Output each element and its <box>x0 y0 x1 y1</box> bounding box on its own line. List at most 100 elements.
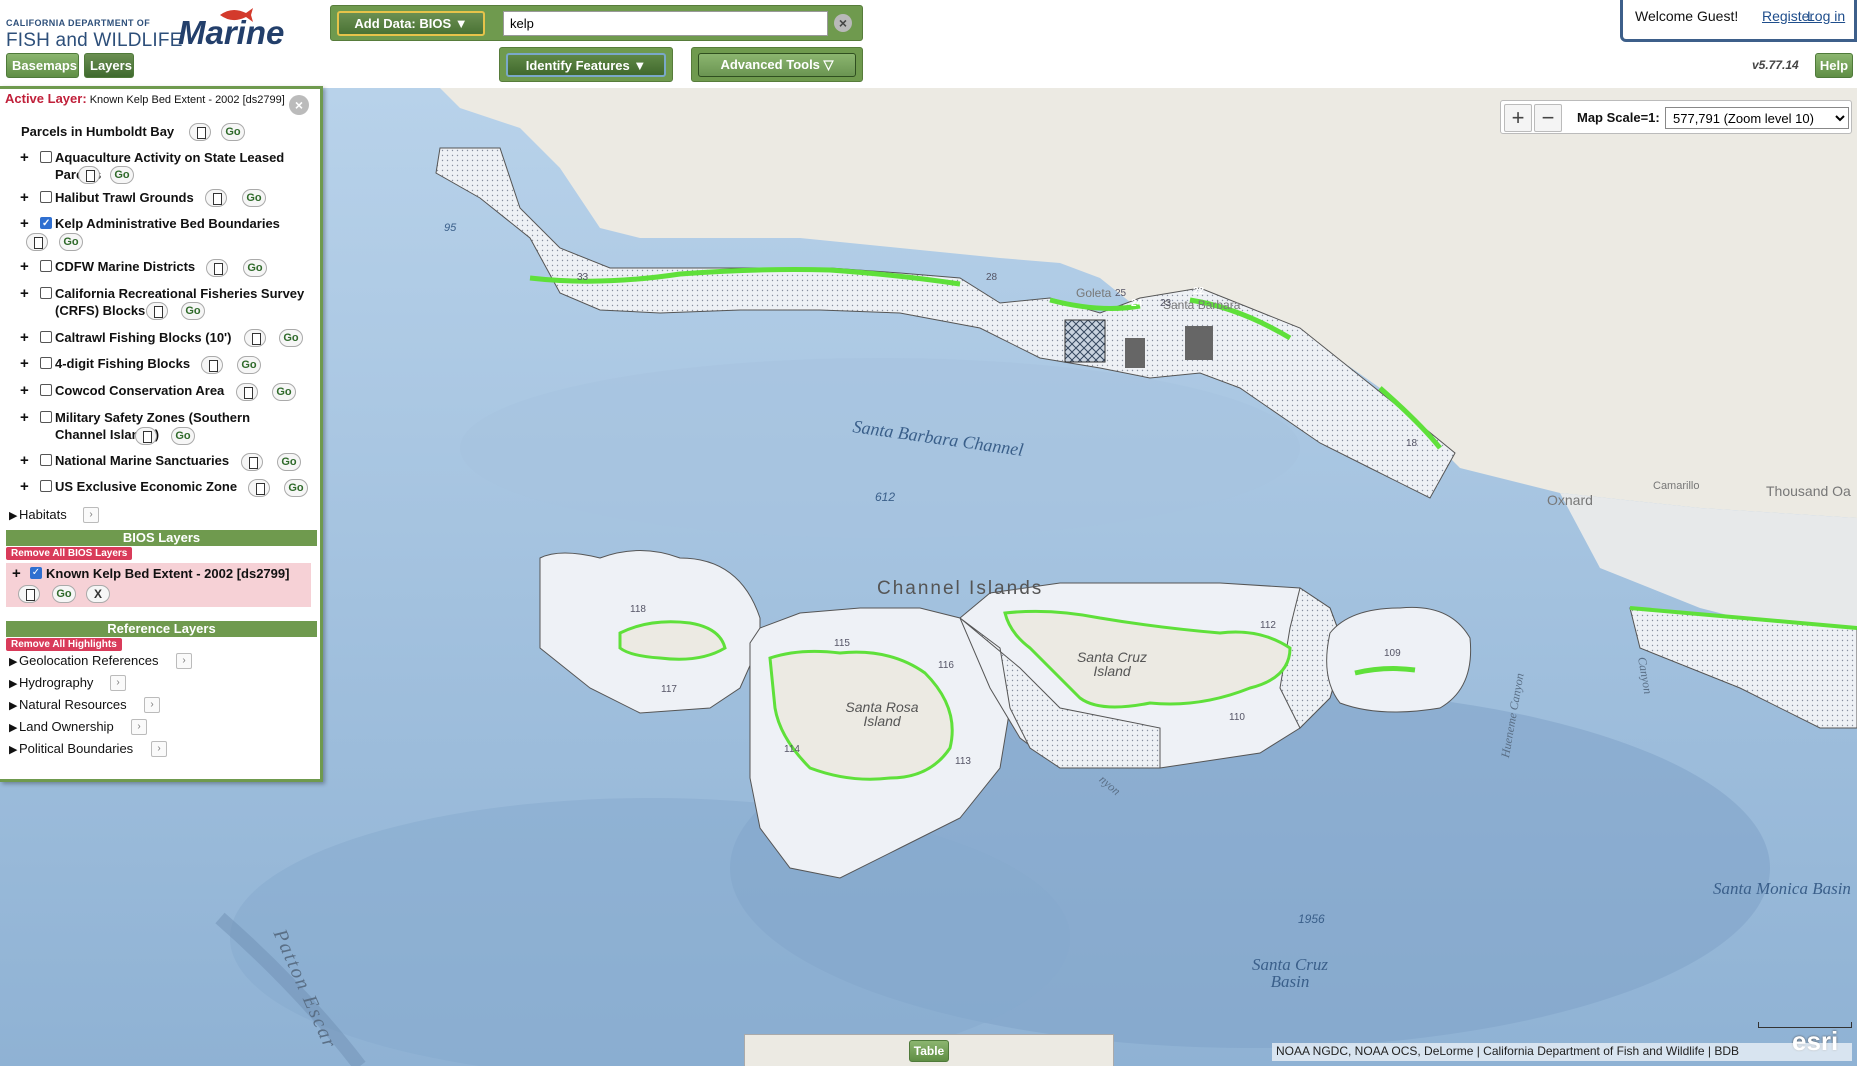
expand-icon[interactable]: + <box>12 565 21 582</box>
advanced-tools-button[interactable]: Advanced Tools ▽ <box>698 53 856 77</box>
layer-name: Kelp Administrative Bed Boundaries <box>55 216 280 231</box>
reference-more-icon[interactable]: › <box>151 741 167 757</box>
identify-features-button[interactable]: Identify Features ▼ <box>506 53 666 77</box>
remove-all-highlights-button[interactable]: Remove All Highlights <box>6 638 122 651</box>
bios-layer-checkbox[interactable]: ✓ <box>30 567 42 579</box>
block-25-label: 25 <box>1115 288 1127 299</box>
expand-arrow-icon[interactable]: ▶ <box>9 720 19 736</box>
metadata-icon[interactable] <box>189 123 211 141</box>
metadata-icon[interactable] <box>236 383 258 401</box>
santa-monica-basin-label: Santa Monica Basin <box>1713 879 1851 898</box>
expand-arrow-icon[interactable]: ▶ <box>9 508 19 524</box>
expand-icon[interactable]: + <box>20 382 29 399</box>
metadata-icon[interactable] <box>18 585 40 603</box>
go-button[interactable]: Go <box>277 453 301 471</box>
expand-icon[interactable]: + <box>20 258 29 275</box>
metadata-icon[interactable] <box>206 259 228 277</box>
layer-checkbox[interactable] <box>40 215 52 232</box>
go-button[interactable]: Go <box>284 479 308 497</box>
remove-all-bios-button[interactable]: Remove All BIOS Layers <box>6 547 133 560</box>
habitats-node[interactable]: ▶ Habitats <box>9 507 67 524</box>
go-button[interactable]: Go <box>243 259 267 277</box>
metadata-icon[interactable] <box>244 329 266 347</box>
go-button[interactable]: Go <box>52 585 76 603</box>
layer-checkbox[interactable] <box>40 480 52 492</box>
metadata-icon[interactable] <box>135 427 157 445</box>
reference-item[interactable]: ▶ Hydrography <box>9 675 93 692</box>
layers-panel: Active Layer: Known Kelp Bed Extent - 20… <box>0 86 323 782</box>
layer-checkbox[interactable] <box>40 384 52 396</box>
expand-icon[interactable]: + <box>20 355 29 372</box>
zoom-out-button[interactable]: − <box>1534 104 1562 132</box>
expand-icon[interactable]: + <box>20 452 29 469</box>
go-button[interactable]: Go <box>171 427 195 445</box>
active-layer-info: Active Layer: Known Kelp Bed Extent - 20… <box>5 92 285 107</box>
reference-item[interactable]: ▶ Land Ownership <box>9 719 114 736</box>
expand-arrow-icon[interactable]: ▶ <box>9 742 19 758</box>
layer-checkbox[interactable] <box>40 411 52 423</box>
expand-icon[interactable]: + <box>20 189 29 206</box>
go-button[interactable]: Go <box>110 166 134 184</box>
map-scale-label: Map Scale=1: <box>1577 110 1660 125</box>
cdfw-marine-logo[interactable]: CALIFORNIA DEPARTMENT OF FISH and WILDLI… <box>6 8 296 51</box>
metadata-icon[interactable] <box>205 189 227 207</box>
table-button[interactable]: Table <box>909 1040 949 1062</box>
remove-layer-button[interactable]: X <box>86 585 110 603</box>
layers-button[interactable]: Layers <box>84 53 134 78</box>
metadata-icon[interactable] <box>241 453 263 471</box>
santa-rosa-island-label: Santa Rosa Island <box>845 699 919 729</box>
reference-more-icon[interactable]: › <box>110 675 126 691</box>
reference-item[interactable]: ▶ Political Boundaries <box>9 741 133 758</box>
block-22-label: 22 <box>1193 286 1205 297</box>
reference-more-icon[interactable]: › <box>176 653 192 669</box>
search-input[interactable] <box>503 11 828 36</box>
expand-arrow-icon[interactable]: ▶ <box>9 698 19 714</box>
go-button[interactable]: Go <box>242 189 266 207</box>
layer-checkbox[interactable] <box>40 331 52 343</box>
metadata-icon[interactable] <box>146 302 168 320</box>
expand-icon[interactable]: + <box>20 329 29 346</box>
habitats-more-icon[interactable]: › <box>83 507 99 523</box>
layer-checkbox[interactable] <box>40 151 52 163</box>
layer-name: National Marine Sanctuaries <box>55 453 230 468</box>
expand-icon[interactable]: + <box>20 149 29 166</box>
expand-icon[interactable]: + <box>20 478 29 495</box>
map-scale-select[interactable]: 577,791 (Zoom level 10) <box>1665 107 1849 129</box>
go-button[interactable]: Go <box>237 356 261 374</box>
metadata-icon[interactable] <box>201 356 223 374</box>
layer-checkbox[interactable] <box>40 260 52 272</box>
reference-more-icon[interactable]: › <box>131 719 147 735</box>
metadata-icon[interactable] <box>26 233 48 251</box>
layer-checkbox[interactable] <box>40 357 52 369</box>
basemaps-button[interactable]: Basemaps <box>6 53 79 78</box>
layer-name: US Exclusive Economic Zone <box>55 479 238 494</box>
layer-checkbox[interactable] <box>40 287 52 299</box>
layer-name: Military Safety Zones (Southern Channel … <box>55 410 251 442</box>
login-link[interactable]: Log in <box>1807 8 1845 24</box>
go-button[interactable]: Go <box>181 302 205 320</box>
expand-icon[interactable]: + <box>20 409 29 426</box>
expand-arrow-icon[interactable]: ▶ <box>9 676 19 692</box>
expand-icon[interactable]: + <box>20 285 29 302</box>
reference-item[interactable]: ▶ Natural Resources <box>9 697 127 714</box>
go-button[interactable]: Go <box>272 383 296 401</box>
go-button[interactable]: Go <box>221 123 245 141</box>
user-box: Welcome Guest! Register Log in <box>1620 0 1857 42</box>
close-panel-icon[interactable]: × <box>289 95 309 115</box>
clear-search-icon[interactable]: × <box>834 14 852 32</box>
layer-checkbox[interactable] <box>40 191 52 203</box>
block-109-label: 109 <box>1384 648 1401 659</box>
help-button[interactable]: Help <box>1815 53 1853 78</box>
expand-arrow-icon[interactable]: ▶ <box>9 654 19 670</box>
expand-icon[interactable]: + <box>20 215 29 232</box>
camarillo-label: Camarillo <box>1653 480 1700 492</box>
go-button[interactable]: Go <box>59 233 83 251</box>
go-button[interactable]: Go <box>279 329 303 347</box>
add-data-bios-button[interactable]: Add Data: BIOS ▼ <box>337 11 485 36</box>
layer-checkbox[interactable] <box>40 454 52 466</box>
zoom-in-button[interactable]: + <box>1504 104 1532 132</box>
reference-item[interactable]: ▶ Geolocation References <box>9 653 158 670</box>
metadata-icon[interactable] <box>78 166 100 184</box>
reference-more-icon[interactable]: › <box>144 697 160 713</box>
metadata-icon[interactable] <box>248 479 270 497</box>
